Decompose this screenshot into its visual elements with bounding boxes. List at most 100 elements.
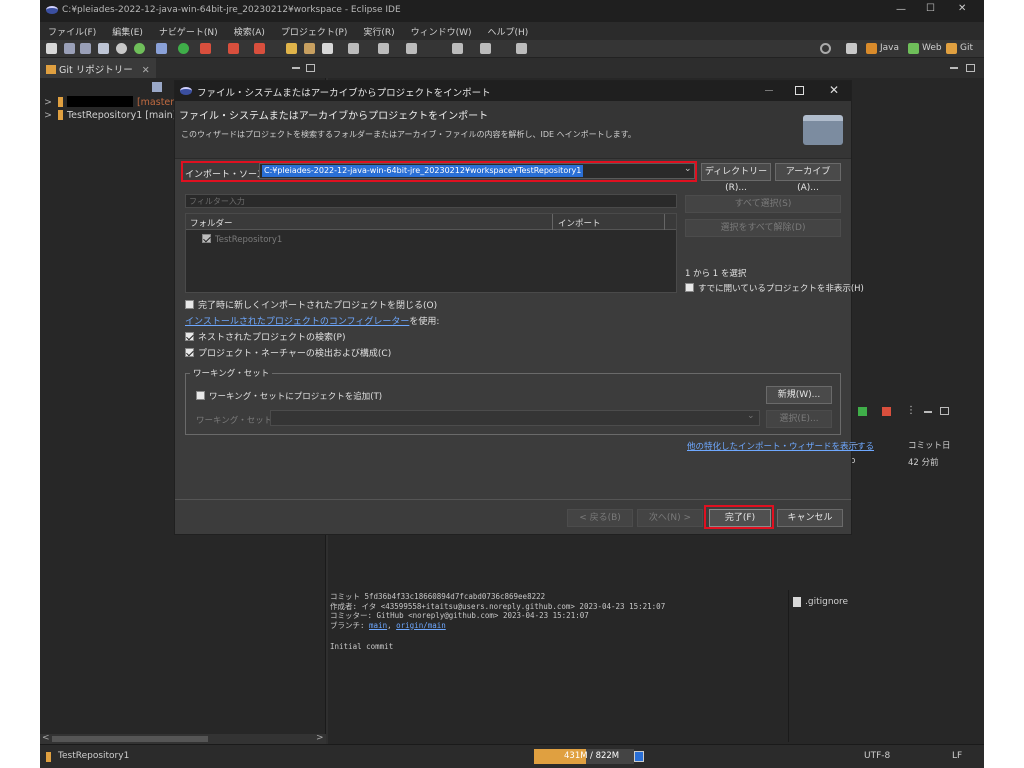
working-set-combo[interactable]: ⌄ <box>270 410 760 426</box>
history-row-date[interactable]: 42 分前 <box>908 456 939 468</box>
chevron-down-icon[interactable]: ⌄ <box>747 411 755 421</box>
pin-icon[interactable] <box>378 43 389 54</box>
cancel-button[interactable]: キャンセル <box>777 509 843 527</box>
close-tab-icon[interactable]: ✕ <box>142 65 150 76</box>
web-perspective-icon[interactable] <box>908 43 919 54</box>
status-line-ending[interactable]: LF <box>952 751 962 761</box>
annotation-icon[interactable] <box>348 43 359 54</box>
settings-icon[interactable] <box>116 43 127 54</box>
save-icon[interactable] <box>64 43 75 54</box>
open-perspective-icon[interactable] <box>846 43 857 54</box>
collapse-all-icon[interactable] <box>152 82 162 92</box>
git-perspective-label[interactable]: Git <box>960 43 973 53</box>
menu-window[interactable]: ウィンドウ(W) <box>403 22 480 38</box>
expand-arrow-icon[interactable]: > <box>44 110 52 121</box>
hide-open-checkbox[interactable] <box>685 283 694 292</box>
search-icon[interactable] <box>820 43 831 54</box>
build-icon[interactable] <box>134 43 145 54</box>
col-folder[interactable]: フォルダー <box>190 217 233 229</box>
dialog-minimize-button[interactable] <box>765 90 773 91</box>
nested-projects-option[interactable]: ネストされたプロジェクトの検索(P) <box>185 330 345 343</box>
menu-search[interactable]: 検索(A) <box>226 22 273 38</box>
nature-checkbox[interactable] <box>185 348 194 357</box>
prev-edit-icon[interactable] <box>406 43 417 54</box>
close-new-projects-option[interactable]: 完了時に新しくインポートされたプロジェクトを閉じる(O) <box>185 298 437 311</box>
new-file-icon[interactable] <box>46 43 57 54</box>
back-arrow-icon[interactable] <box>452 43 463 54</box>
nested-checkbox[interactable] <box>185 332 194 341</box>
close-new-checkbox[interactable] <box>185 300 194 309</box>
close-window-button[interactable]: ✕ <box>958 3 966 14</box>
save-all-icon[interactable] <box>80 43 91 54</box>
debug-icon[interactable] <box>156 43 167 54</box>
col-import[interactable]: インポート <box>558 217 601 229</box>
other-import-wizard-link[interactable]: 他の特化したインポート・ウィザードを表示する <box>687 440 874 452</box>
maximize-button[interactable]: ☐ <box>926 3 935 14</box>
pin-editor-icon[interactable] <box>516 43 527 54</box>
back-button[interactable]: < 戻る(B) <box>567 509 633 527</box>
archive-button[interactable]: アーカイブ(A)... <box>775 163 841 193</box>
select-working-set-button[interactable]: 選択(E)... <box>766 410 832 428</box>
folder-row-testrepository1[interactable]: TestRepository1 <box>202 234 282 245</box>
maximize-right-icon[interactable] <box>966 64 975 72</box>
menu-file[interactable]: ファイル(F) <box>40 22 104 38</box>
dialog-close-button[interactable]: ✕ <box>829 83 839 97</box>
dialog-maximize-button[interactable] <box>795 86 804 95</box>
minimize-right-icon[interactable] <box>950 67 958 69</box>
view-menu-icon[interactable]: ⋮ <box>906 405 916 416</box>
new-package-icon[interactable] <box>254 43 265 54</box>
minimize-button[interactable]: — <box>896 4 906 15</box>
menu-run[interactable]: 実行(R) <box>355 22 402 38</box>
add-working-set-option[interactable]: ワーキング・セットにプロジェクトを追加(T) <box>196 390 382 402</box>
hide-open-projects-option[interactable]: すでに開いているプロジェクトを非表示(H) <box>685 282 864 294</box>
history-filter-icon[interactable] <box>858 407 867 416</box>
configurator-link[interactable]: インストールされたプロジェクトのコンフィグレーター <box>185 317 409 327</box>
open-folder-icon[interactable] <box>286 43 297 54</box>
directory-button[interactable]: ディレクトリー(R)... <box>701 163 771 193</box>
folder-row-checkbox[interactable] <box>202 234 211 243</box>
open-type-icon[interactable] <box>304 43 315 54</box>
maximize-history-icon[interactable] <box>940 407 949 415</box>
filter-input[interactable]: フィルター入力 <box>185 194 677 208</box>
minimize-history-icon[interactable] <box>924 411 932 413</box>
branch-origin-link[interactable]: origin/main <box>396 621 446 630</box>
deselect-all-button[interactable]: 選択をすべて解除(D) <box>685 219 841 237</box>
next-button[interactable]: 次へ(N) > <box>637 509 703 527</box>
add-working-set-checkbox[interactable] <box>196 391 205 400</box>
java-perspective-icon[interactable] <box>866 43 877 54</box>
web-perspective-label[interactable]: Web <box>922 43 942 53</box>
edit-pencil-icon[interactable] <box>322 43 333 54</box>
maximize-view-icon[interactable] <box>306 64 315 72</box>
java-perspective-label[interactable]: Java <box>880 43 899 53</box>
project-icon <box>46 752 51 762</box>
terminal-icon[interactable] <box>98 43 109 54</box>
forward-arrow-icon[interactable] <box>480 43 491 54</box>
menu-project[interactable]: プロジェクト(P) <box>273 22 355 38</box>
menu-navigate[interactable]: ナビゲート(N) <box>151 22 226 38</box>
compare-mode-icon[interactable] <box>882 407 891 416</box>
new-working-set-button[interactable]: 新規(W)... <box>766 386 832 404</box>
external-tools-icon[interactable] <box>200 43 211 54</box>
changed-file-gitignore[interactable]: .gitignore <box>805 597 848 607</box>
menu-help[interactable]: ヘルプ(H) <box>480 22 537 38</box>
garbage-collect-icon[interactable] <box>634 751 644 762</box>
expand-arrow-icon[interactable]: > <box>44 97 52 108</box>
heap-status[interactable]: 431M / 822M <box>534 749 634 764</box>
project-nature-option[interactable]: プロジェクト・ネーチャーの検出および構成(C) <box>185 346 391 359</box>
tree-row-testrepository1[interactable]: > TestRepository1 [main] - C <box>44 110 193 121</box>
select-all-button[interactable]: すべて選択(S) <box>685 195 841 213</box>
tree-row-repo-hidden[interactable]: > [master] <box>44 96 178 108</box>
branch-main-link[interactable]: main <box>369 621 387 630</box>
new-server-icon[interactable] <box>228 43 239 54</box>
minimize-view-icon[interactable] <box>292 67 300 69</box>
tab-git-repositories[interactable]: Git リポジトリー ✕ <box>40 58 156 78</box>
menu-edit[interactable]: 編集(E) <box>104 22 151 38</box>
run-icon[interactable] <box>178 43 189 54</box>
commit-committer-line: コミッター: GitHub <noreply@github.com> 2023-… <box>330 611 589 620</box>
git-perspective-icon[interactable] <box>946 43 957 54</box>
horizontal-scrollbar[interactable]: < > <box>40 733 326 744</box>
scroll-left-icon[interactable]: < <box>42 733 50 743</box>
status-encoding[interactable]: UTF-8 <box>864 751 890 761</box>
scroll-thumb[interactable] <box>52 736 208 742</box>
scroll-right-icon[interactable]: > <box>316 733 324 743</box>
